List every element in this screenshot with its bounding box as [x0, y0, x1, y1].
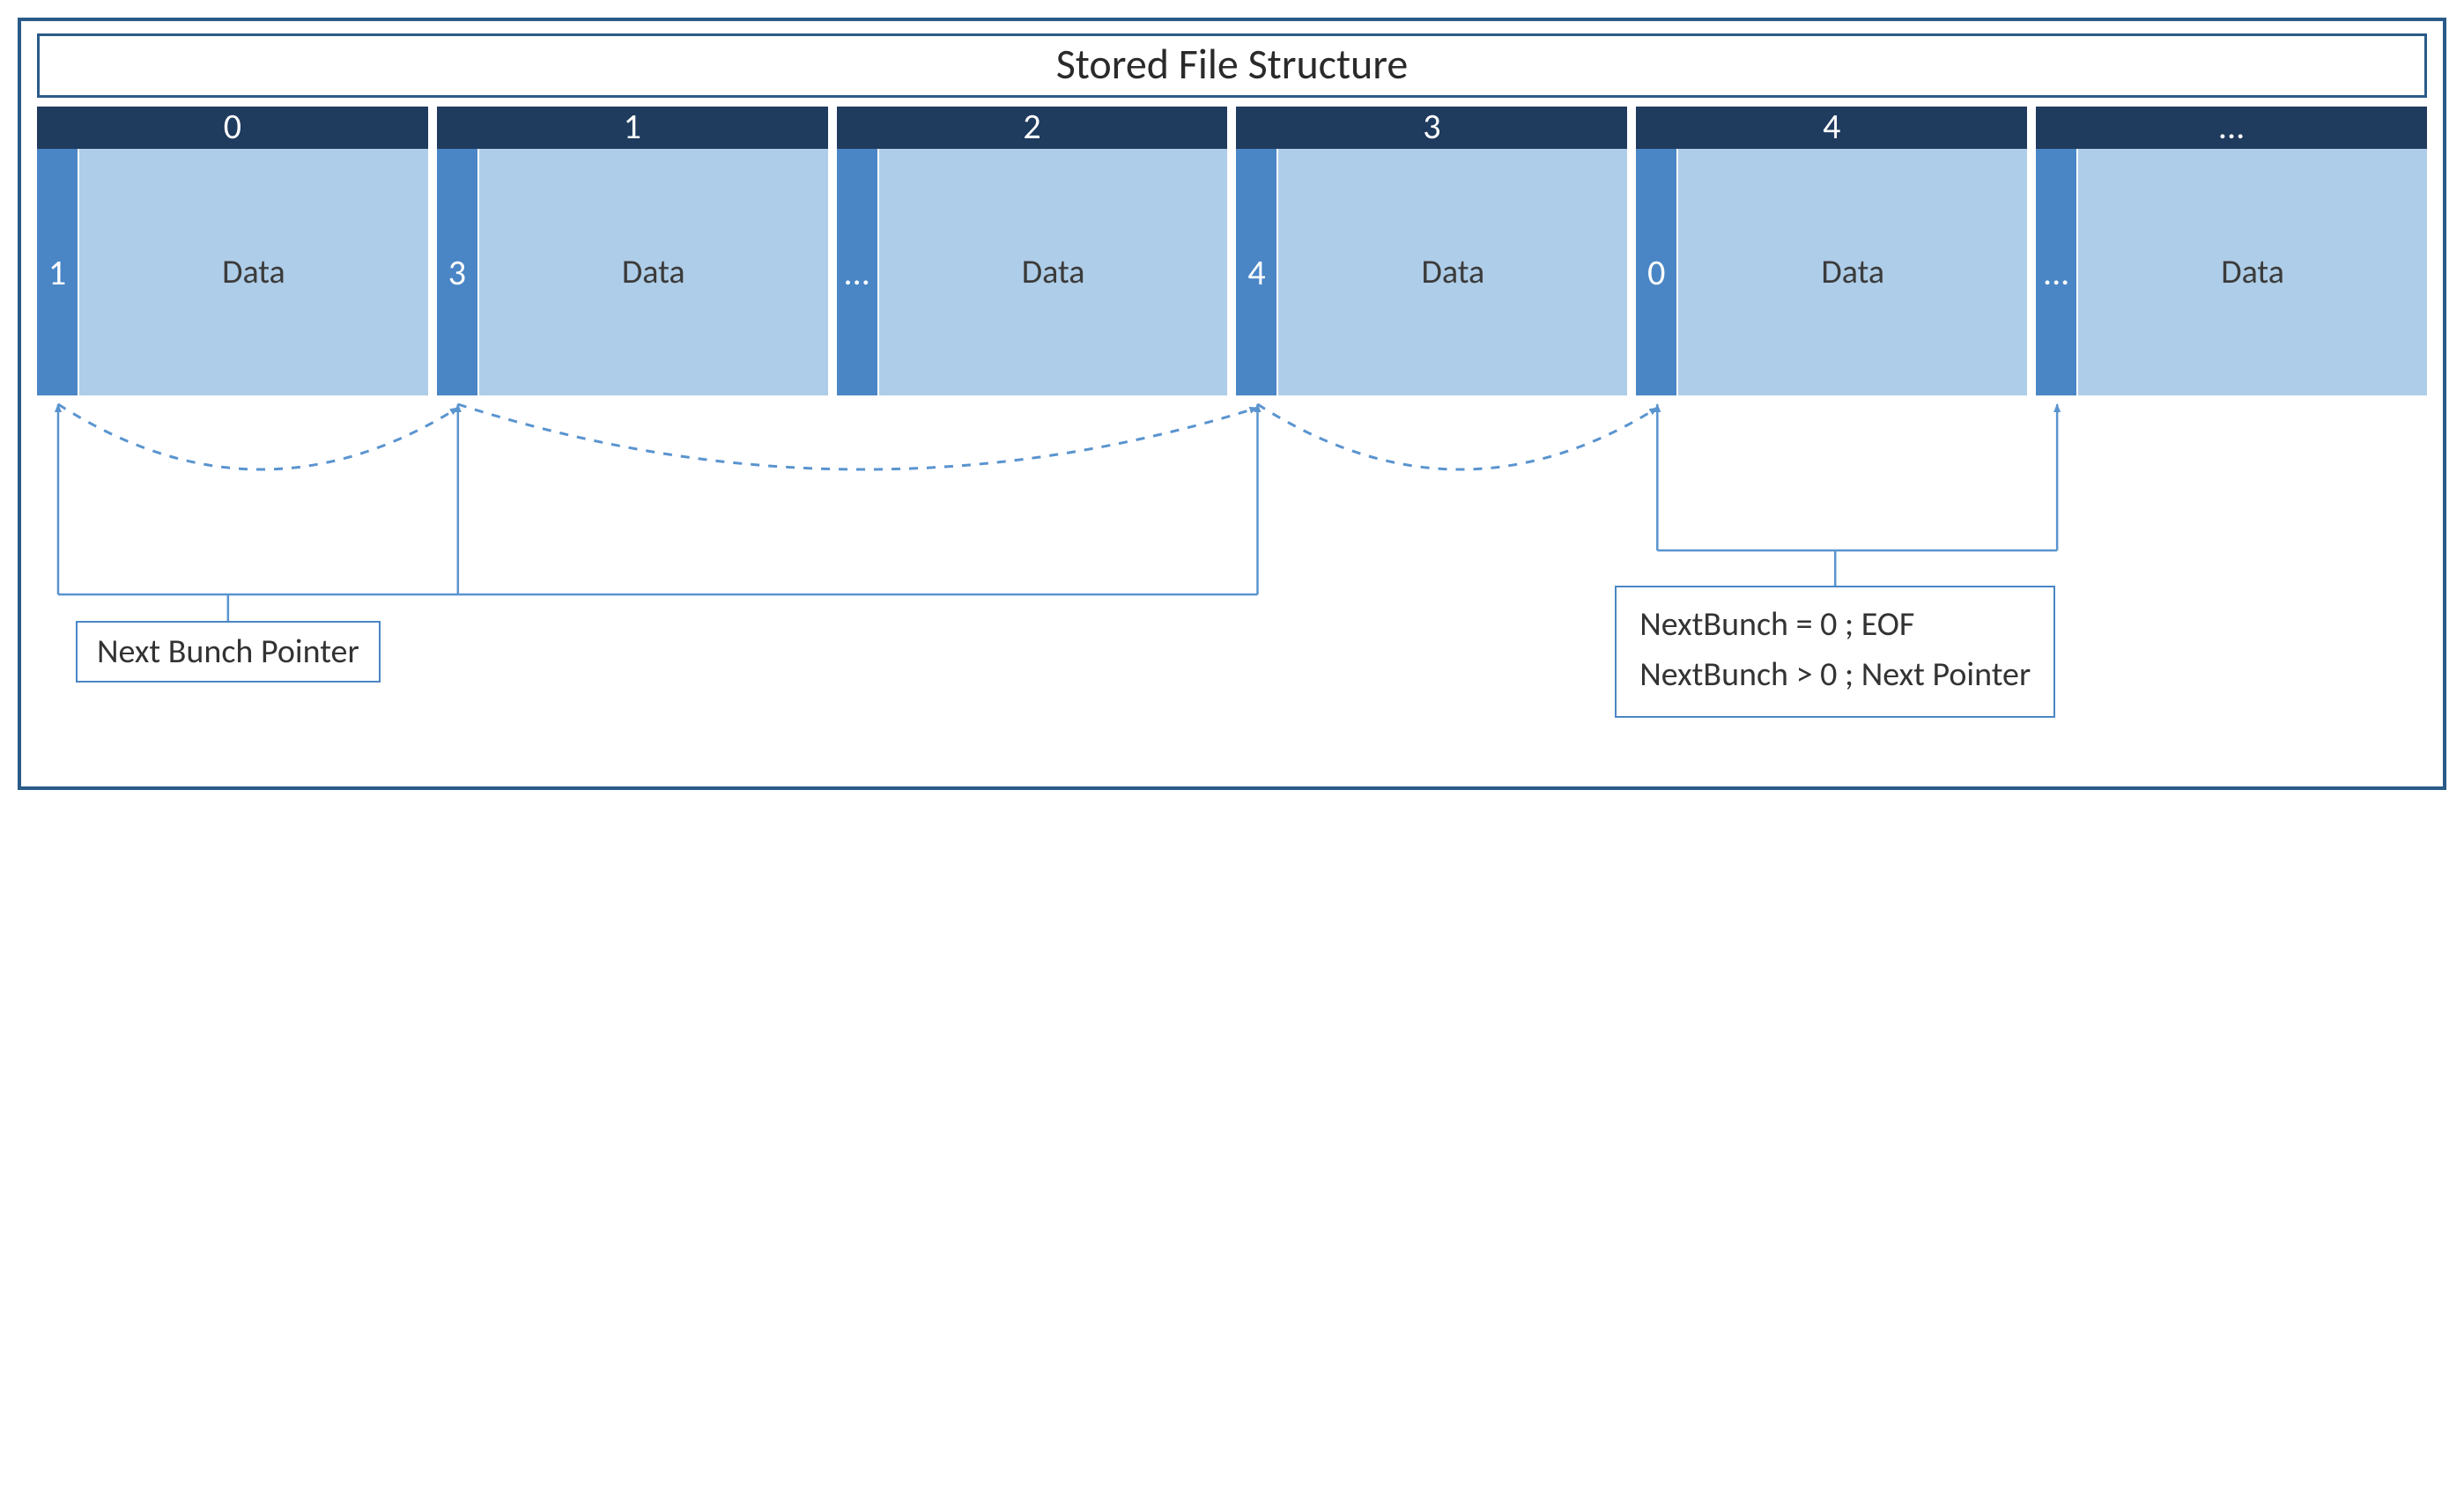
data-cell: Data — [1678, 149, 2027, 395]
pointer-cell: ... — [2036, 149, 2078, 395]
connectors-svg — [37, 401, 2427, 771]
blocks-row: 01Data13Data2...Data34Data40Data......Da… — [37, 107, 2427, 395]
block-header: 2 — [837, 107, 1228, 149]
block-0: 01Data — [37, 107, 428, 395]
pointer-cell: 1 — [37, 149, 79, 395]
data-cell: Data — [479, 149, 828, 395]
block-body: ...Data — [2036, 149, 2427, 395]
diagram-frame: Stored File Structure 01Data13Data2...Da… — [18, 18, 2446, 790]
data-cell: Data — [79, 149, 428, 395]
block-4: 40Data — [1636, 107, 2027, 395]
block-header: ... — [2036, 107, 2427, 149]
legend-box: NextBunch = 0 ; EOF NextBunch > 0 ; Next… — [1615, 586, 2055, 718]
pointer-cell: 4 — [1236, 149, 1278, 395]
block-3: 34Data — [1236, 107, 1627, 395]
diagram-title: Stored File Structure — [37, 33, 2427, 98]
connectors-area: Next Bunch Pointer NextBunch = 0 ; EOF N… — [37, 401, 2427, 771]
block-header: 1 — [437, 107, 828, 149]
block-body: ...Data — [837, 149, 1228, 395]
next-bunch-pointer-label: Next Bunch Pointer — [76, 621, 381, 683]
block-header: 0 — [37, 107, 428, 149]
data-cell: Data — [879, 149, 1228, 395]
data-cell: Data — [2078, 149, 2427, 395]
block-body: 0Data — [1636, 149, 2027, 395]
legend-line-1: NextBunch = 0 ; EOF — [1639, 600, 2031, 650]
block-body: 4Data — [1236, 149, 1627, 395]
block-1: 13Data — [437, 107, 828, 395]
block-header: 3 — [1236, 107, 1627, 149]
block-body: 1Data — [37, 149, 428, 395]
block-2: 2...Data — [837, 107, 1228, 395]
legend-line-2: NextBunch > 0 ; Next Pointer — [1639, 650, 2031, 700]
pointer-cell: ... — [837, 149, 879, 395]
pointer-cell: 0 — [1636, 149, 1678, 395]
block-5: ......Data — [2036, 107, 2427, 395]
data-cell: Data — [1278, 149, 1627, 395]
block-body: 3Data — [437, 149, 828, 395]
pointer-cell: 3 — [437, 149, 479, 395]
block-header: 4 — [1636, 107, 2027, 149]
